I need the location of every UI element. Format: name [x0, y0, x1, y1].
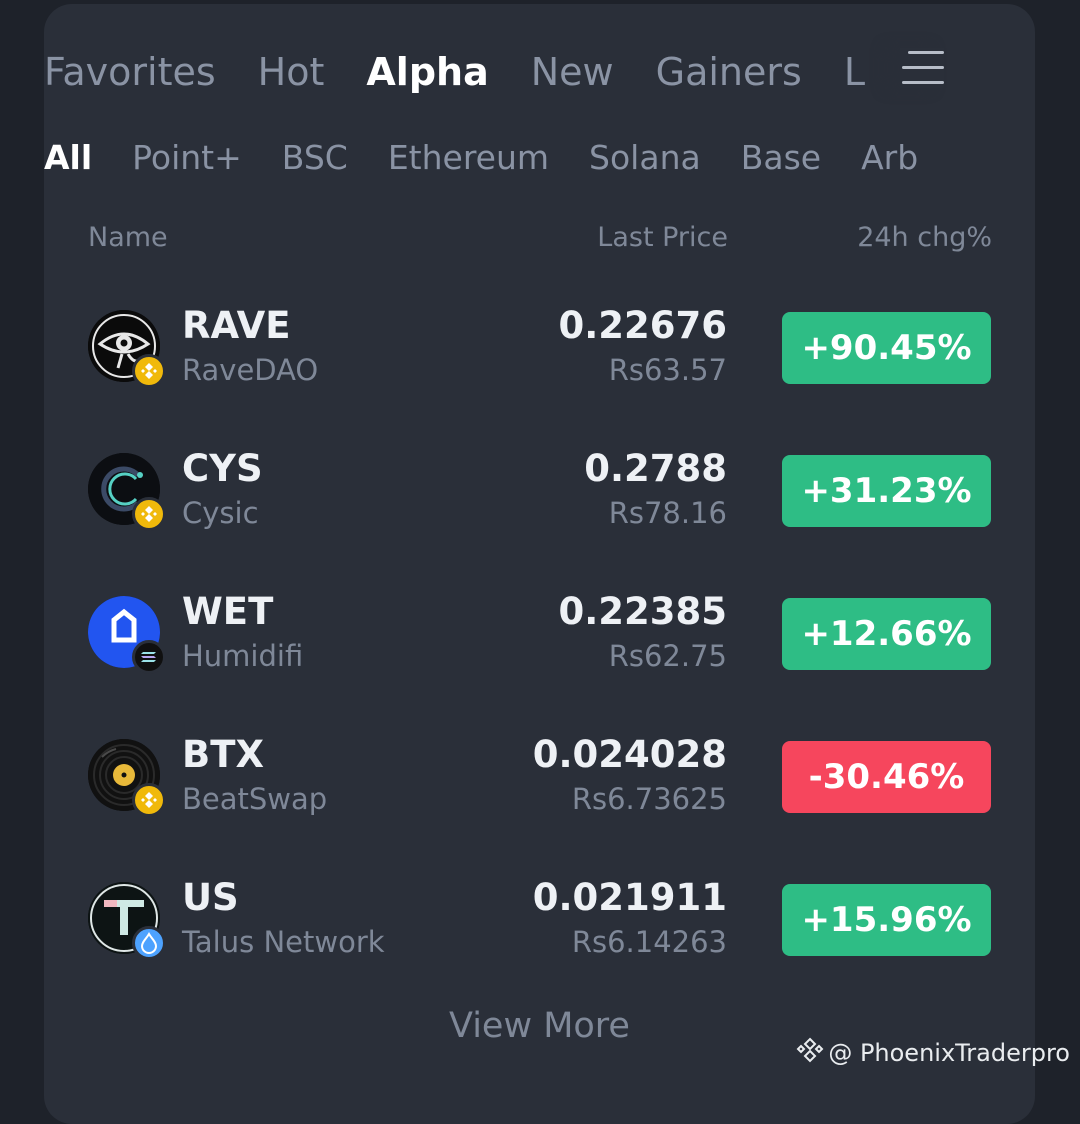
last-price: 0.22676 — [558, 302, 727, 350]
token-name: Cysic — [182, 493, 259, 533]
chain-tab-bsc[interactable]: BSC — [282, 134, 348, 182]
column-header-name[interactable]: Name — [88, 220, 168, 256]
chain-tab-ethereum[interactable]: Ethereum — [388, 134, 549, 182]
tab-new[interactable]: New — [531, 44, 614, 100]
fiat-price: Rs78.16 — [609, 493, 727, 533]
last-price: 0.22385 — [558, 588, 727, 636]
change-badge[interactable]: -30.46% — [782, 741, 991, 813]
solana-chain-icon — [132, 640, 166, 674]
column-header-24h-change[interactable]: 24h chg% — [857, 220, 992, 256]
token-symbol: BTX — [182, 731, 264, 779]
token-row-btx[interactable]: BTX BeatSwap 0.024028 Rs6.73625 -30.46% — [88, 739, 991, 859]
rave-eye-icon — [88, 310, 160, 382]
change-badge[interactable]: +31.23% — [782, 455, 991, 527]
tab-favorites[interactable]: Favorites — [44, 44, 216, 100]
token-row-us[interactable]: US Talus Network 0.021911 Rs6.14263 +15.… — [88, 882, 991, 1002]
bnb-chain-icon — [132, 497, 166, 531]
token-name: RaveDAO — [182, 350, 318, 390]
last-price: 0.2788 — [584, 445, 727, 493]
chain-tab-all[interactable]: All — [44, 134, 92, 182]
bnb-chain-icon — [132, 354, 166, 388]
chain-filter-bar: All Point+ BSC Ethereum Solana Base Arb — [44, 134, 949, 184]
fiat-price: Rs6.14263 — [572, 922, 727, 962]
tab-hot[interactable]: Hot — [258, 44, 325, 100]
bnb-chain-icon — [132, 783, 166, 817]
tab-losers-partial[interactable]: L — [844, 44, 865, 100]
token-row-cys[interactable]: CYS Cysic 0.2788 Rs78.16 +31.23% — [88, 453, 991, 573]
last-price: 0.021911 — [533, 874, 727, 922]
watermark: @ PhoenixTraderpro — [796, 1036, 1070, 1072]
vinyl-record-icon — [88, 739, 160, 811]
tab-gainers[interactable]: Gainers — [656, 44, 802, 100]
top-tab-bar: Favorites Hot Alpha New Gainers L — [44, 44, 904, 104]
menu-icon[interactable] — [900, 48, 944, 88]
chain-tab-base[interactable]: Base — [741, 134, 821, 182]
token-symbol: RAVE — [182, 302, 291, 350]
binance-logo-icon — [796, 1036, 824, 1072]
change-badge[interactable]: +15.96% — [782, 884, 991, 956]
change-badge[interactable]: +12.66% — [782, 598, 991, 670]
token-row-wet[interactable]: WET Humidifi 0.22385 Rs62.75 +12.66% — [88, 596, 991, 716]
token-symbol: CYS — [182, 445, 263, 493]
sui-chain-icon — [132, 926, 166, 960]
last-price: 0.024028 — [533, 731, 727, 779]
column-header-last-price[interactable]: Last Price — [597, 220, 728, 256]
humidifi-logo-icon — [88, 596, 160, 668]
token-name: Humidifi — [182, 636, 303, 676]
token-symbol: WET — [182, 588, 273, 636]
chain-tab-point-plus[interactable]: Point+ — [132, 134, 242, 182]
chain-tab-solana[interactable]: Solana — [589, 134, 701, 182]
talus-logo-icon — [88, 882, 160, 954]
watermark-text: @ PhoenixTraderpro — [828, 1039, 1070, 1067]
cysic-logo-icon — [88, 453, 160, 525]
token-name: Talus Network — [182, 922, 385, 962]
fiat-price: Rs63.57 — [609, 350, 727, 390]
fiat-price: Rs62.75 — [609, 636, 727, 676]
chain-tab-arb[interactable]: Arb — [861, 134, 918, 182]
token-symbol: US — [182, 874, 239, 922]
token-name: BeatSwap — [182, 779, 327, 819]
change-badge[interactable]: +90.45% — [782, 312, 991, 384]
token-row-rave[interactable]: RAVE RaveDAO 0.22676 Rs63.57 +90.45% — [88, 310, 991, 430]
fiat-price: Rs6.73625 — [572, 779, 727, 819]
tab-alpha[interactable]: Alpha — [366, 44, 488, 100]
